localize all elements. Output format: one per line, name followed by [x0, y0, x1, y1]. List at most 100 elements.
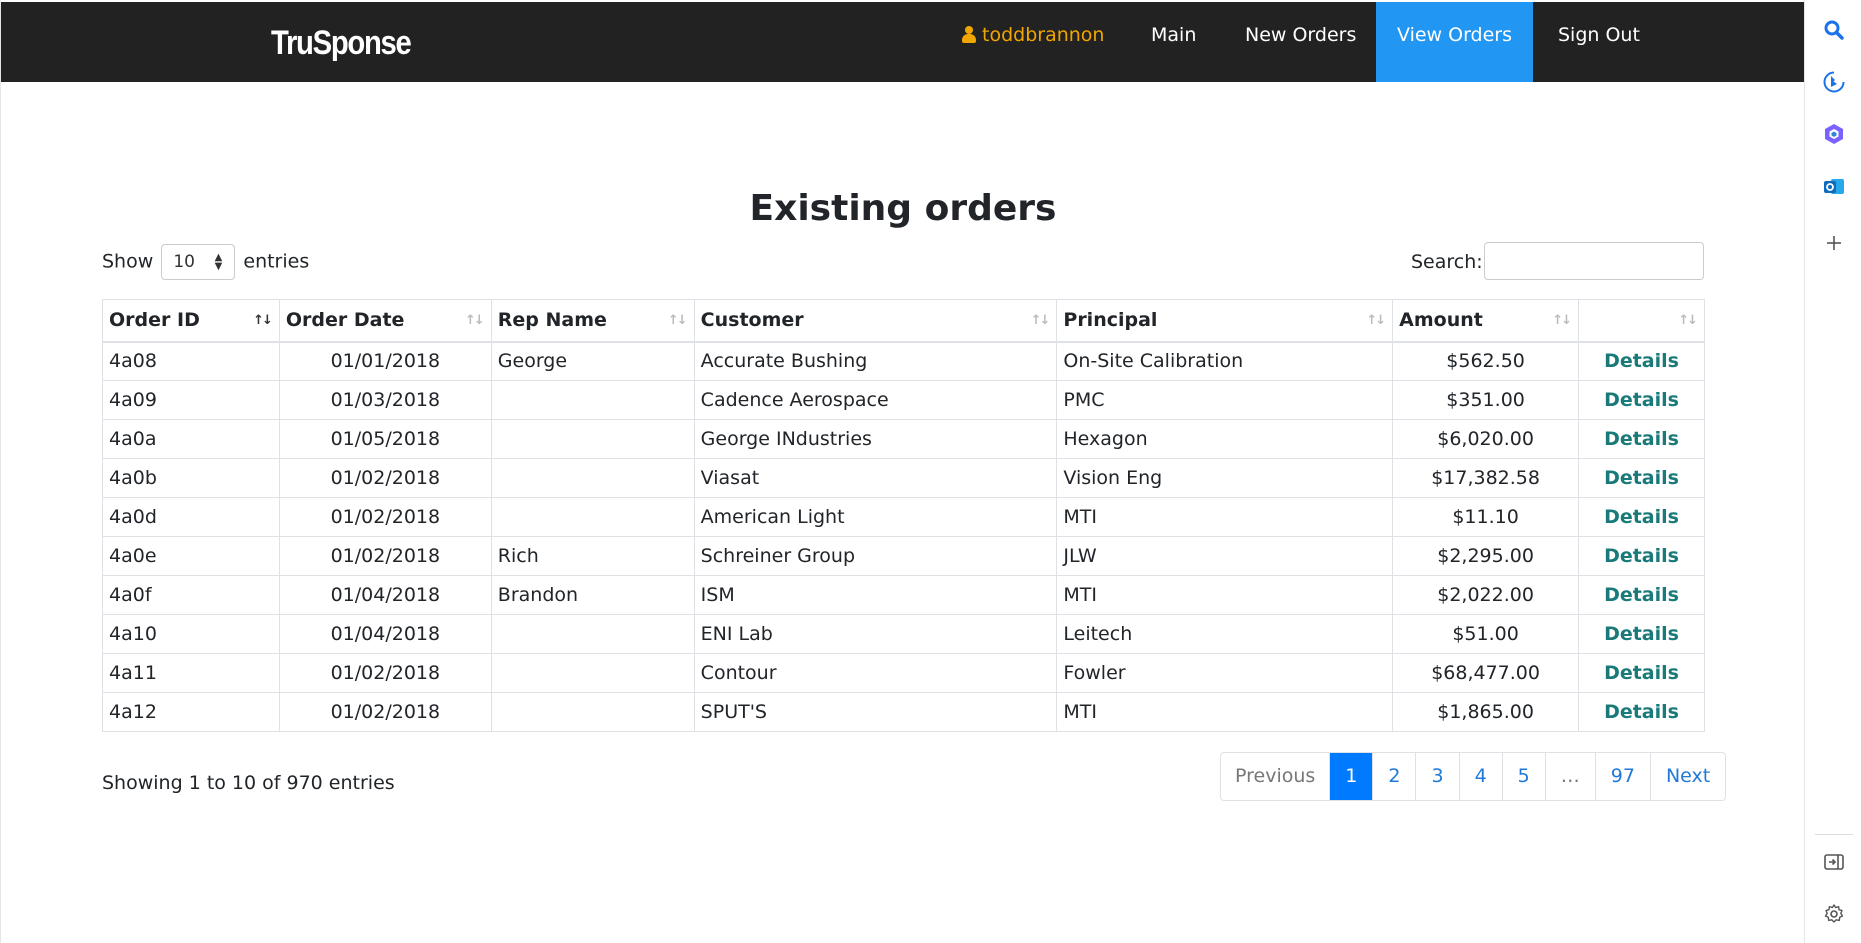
copilot-icon[interactable] — [1823, 123, 1845, 145]
cell-order-id: 4a0d — [102, 497, 280, 537]
cell-amount: $6,020.00 — [1392, 419, 1580, 459]
table-row: 4a12 01/02/2018 SPUT'S MTI $1,865.00 Details — [102, 692, 1705, 732]
column-header-customer[interactable]: Customer ↑↓ — [693, 299, 1058, 343]
cell-principal: MTI — [1056, 575, 1394, 615]
cell-order-date: 01/02/2018 — [278, 497, 492, 537]
search-icon[interactable] — [1823, 19, 1845, 41]
table-row: 4a0b 01/02/2018 Viasat Vision Eng $17,382.58… — [102, 458, 1705, 498]
cell-rep-name — [490, 614, 695, 654]
sort-icon: ↑↓ — [667, 313, 688, 328]
pagination-page-3[interactable]: 3 — [1415, 753, 1458, 800]
cell-order-id: 4a0a — [102, 419, 280, 459]
cell-amount: $351.00 — [1392, 380, 1580, 420]
cell-principal: Vision Eng — [1056, 458, 1394, 498]
settings-icon[interactable] — [1823, 903, 1845, 925]
pagination-page-2[interactable]: 2 — [1372, 753, 1415, 800]
cell-amount: $68,477.00 — [1392, 653, 1580, 693]
column-header-order-date[interactable]: Order Date ↑↓ — [278, 299, 492, 343]
cell-order-id: 4a09 — [102, 380, 280, 420]
table-row: 4a08 01/01/2018 George Accurate Bushing On-S… — [102, 341, 1705, 381]
column-header-order-id[interactable]: Order ID ↑↓ — [102, 299, 280, 343]
cell-customer: Cadence Aerospace — [693, 380, 1058, 420]
user-icon — [962, 25, 976, 43]
bing-icon[interactable] — [1823, 71, 1845, 93]
cell-rep-name — [490, 458, 695, 498]
column-header-amount[interactable]: Amount ↑↓ — [1392, 299, 1580, 343]
cell-principal: Fowler — [1056, 653, 1394, 693]
sidebar-divider — [1815, 834, 1853, 835]
cell-amount: $2,295.00 — [1392, 536, 1580, 576]
cell-rep-name — [490, 419, 695, 459]
cell-order-id: 4a0b — [102, 458, 280, 498]
brand-logo[interactable]: TruSponse — [271, 24, 412, 63]
details-link[interactable]: Details — [1578, 419, 1705, 459]
pagination-next[interactable]: Next — [1649, 753, 1725, 800]
details-link[interactable]: Details — [1578, 575, 1705, 615]
pagination-page-1[interactable]: 1 — [1329, 753, 1373, 800]
details-link[interactable]: Details — [1578, 653, 1705, 693]
outlook-icon[interactable] — [1823, 176, 1845, 198]
cell-rep-name — [490, 497, 695, 537]
cell-order-id: 4a12 — [102, 692, 280, 732]
cell-order-id: 4a08 — [102, 341, 280, 381]
details-link[interactable]: Details — [1578, 341, 1705, 381]
column-header-principal[interactable]: Principal ↑↓ — [1056, 299, 1394, 343]
table-row: 4a11 01/02/2018 Contour Fowler $68,477.00 Det… — [102, 653, 1705, 693]
pagination: Previous 1 2 3 4 5 … 97 Next — [1220, 752, 1727, 801]
cell-order-date: 01/02/2018 — [278, 536, 492, 576]
nav-view-orders[interactable]: View Orders — [1376, 2, 1533, 82]
page-title: Existing orders — [749, 188, 1057, 229]
column-header-actions[interactable]: ↑↓ — [1578, 299, 1705, 343]
cell-order-id: 4a11 — [102, 653, 280, 693]
column-header-rep-name[interactable]: Rep Name ↑↓ — [490, 299, 695, 343]
cell-order-date: 01/04/2018 — [278, 614, 492, 654]
nav-main[interactable]: Main — [1151, 2, 1196, 82]
table-row: 4a09 01/03/2018 Cadence Aerospace PMC $351.0… — [102, 380, 1705, 420]
search-label: Search: — [1411, 251, 1483, 273]
nav-sign-out[interactable]: Sign Out — [1558, 2, 1640, 82]
cell-customer: Contour — [693, 653, 1058, 693]
pagination-page-97[interactable]: 97 — [1594, 753, 1650, 800]
cell-customer: ISM — [693, 575, 1058, 615]
pagination-page-5[interactable]: 5 — [1501, 753, 1545, 800]
details-link[interactable]: Details — [1578, 458, 1705, 498]
cell-principal: JLW — [1056, 536, 1394, 576]
cell-amount: $11.10 — [1392, 497, 1580, 537]
table-row: 4a0a 01/05/2018 George INdustries Hexagon $6… — [102, 419, 1705, 459]
nav-new-orders[interactable]: New Orders — [1245, 2, 1356, 82]
cell-order-date: 01/02/2018 — [278, 653, 492, 693]
cell-order-date: 01/05/2018 — [278, 419, 492, 459]
details-link[interactable]: Details — [1578, 536, 1705, 576]
page: TruSponse toddbrannon Main New Orders Vi… — [0, 0, 1805, 943]
details-link[interactable]: Details — [1578, 497, 1705, 537]
details-link[interactable]: Details — [1578, 692, 1705, 732]
sort-icon: ↑↓ — [1552, 313, 1572, 328]
entries-select-value: 10 — [173, 252, 195, 272]
nav-user-link[interactable]: toddbrannon — [962, 2, 1104, 82]
cell-order-date: 01/01/2018 — [278, 341, 492, 381]
table-row: 4a0f 01/04/2018 Brandon ISM MTI $2,022.00 Deta… — [102, 575, 1705, 615]
entries-label: entries — [243, 250, 310, 273]
details-link[interactable]: Details — [1578, 614, 1705, 654]
cell-amount: $2,022.00 — [1392, 575, 1580, 615]
cell-rep-name: Rich — [490, 536, 695, 576]
entries-select[interactable]: 10 ▲ ▼ — [161, 244, 236, 280]
pagination-ellipsis: … — [1544, 753, 1595, 800]
cell-principal: Hexagon — [1056, 419, 1394, 459]
cell-order-id: 4a10 — [102, 614, 280, 654]
details-link[interactable]: Details — [1578, 380, 1705, 420]
search-input[interactable] — [1484, 242, 1704, 280]
sort-icon: ↑↓ — [1030, 313, 1051, 328]
cell-rep-name: Brandon — [490, 575, 695, 615]
cell-rep-name: George — [490, 341, 695, 381]
sort-icon: ↑↓ — [1366, 313, 1386, 328]
sidebar-toggle-icon[interactable] — [1823, 851, 1845, 873]
cell-customer: Schreiner Group — [693, 536, 1058, 576]
cell-customer: George INdustries — [693, 419, 1058, 459]
pagination-previous[interactable]: Previous — [1221, 753, 1329, 800]
cell-order-date: 01/03/2018 — [278, 380, 492, 420]
table-header-row: Order ID ↑↓ Order Date ↑↓ Rep Name ↑↓ Custo… — [102, 299, 1705, 343]
cell-amount: $17,382.58 — [1392, 458, 1580, 498]
add-icon[interactable] — [1823, 232, 1845, 254]
pagination-page-4[interactable]: 4 — [1458, 753, 1502, 800]
